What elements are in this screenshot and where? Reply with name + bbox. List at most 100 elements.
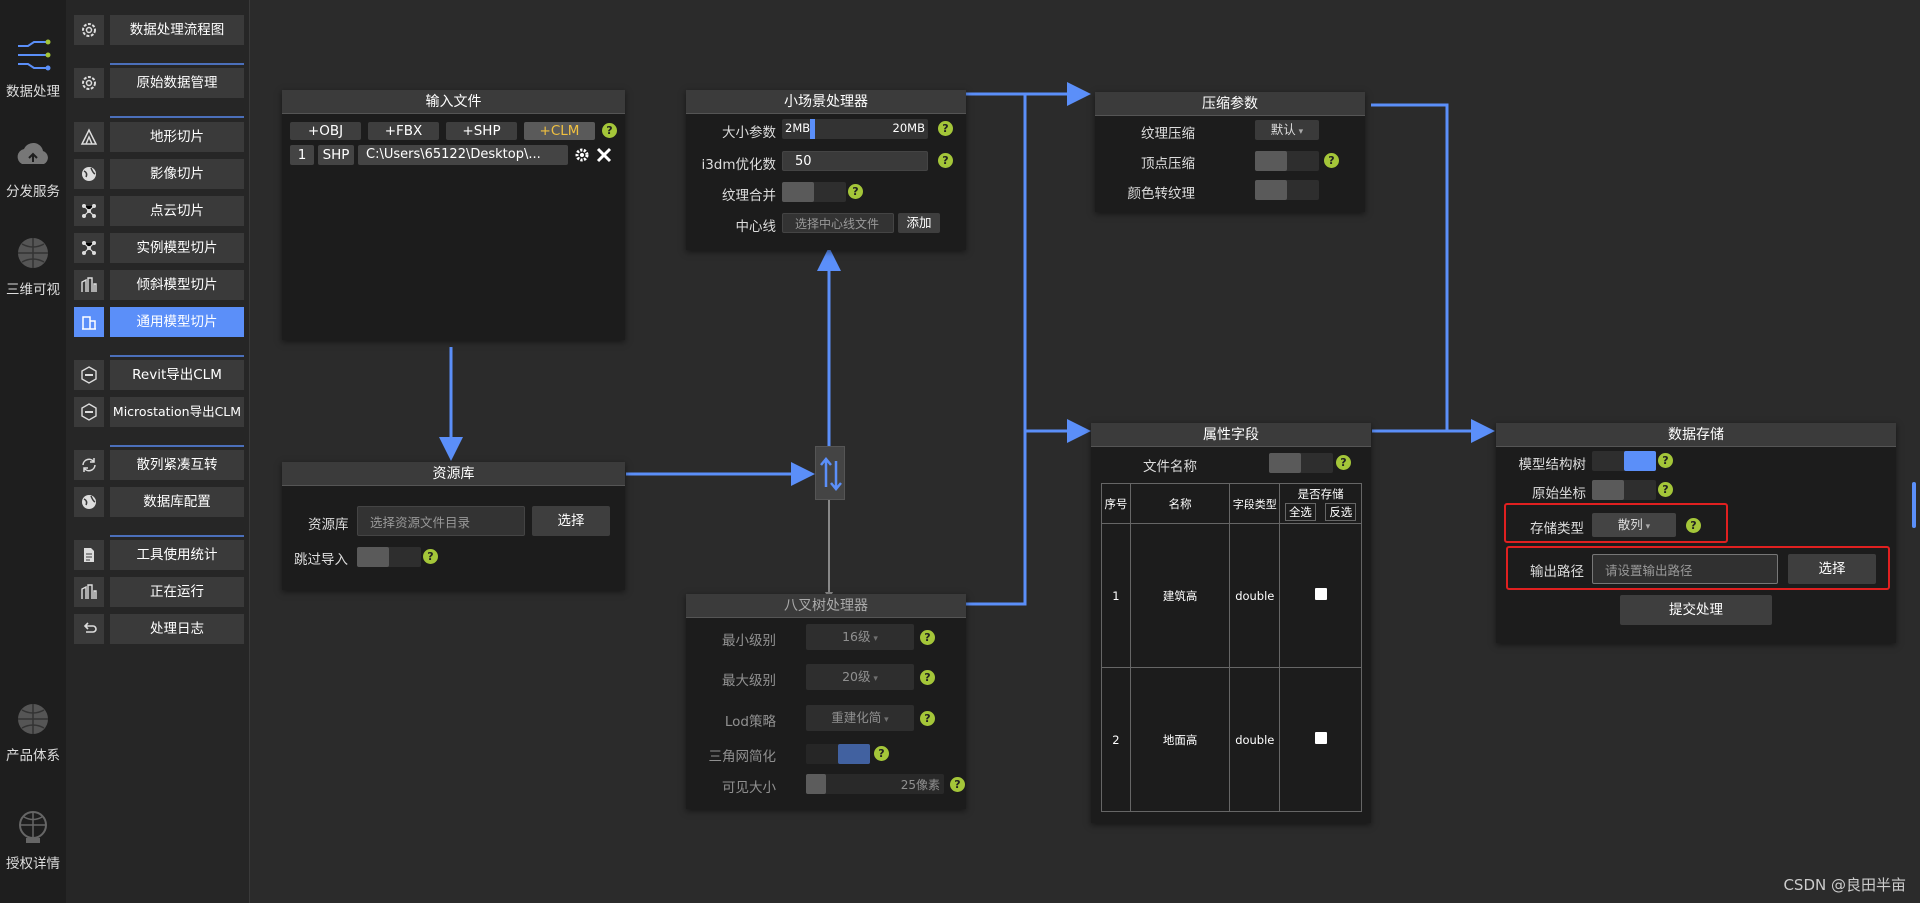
model-tree-label: 模型结构树 [1518,457,1587,473]
centerline-input[interactable]: 选择中心线文件 [782,213,894,233]
help-icon[interactable]: ? [602,123,617,138]
add-clm-button[interactable]: +CLM [524,122,595,140]
output-path-label: 输出路径 [1530,564,1584,580]
visible-size-value: 25像素 [900,778,940,792]
submit-button[interactable]: 提交处理 [1620,595,1772,625]
settings-icon[interactable] [574,147,590,163]
vertex-compress-toggle[interactable] [1255,151,1319,171]
max-level-select[interactable]: 20级 [806,664,914,690]
attribute-table: 序号 名称 字段类型 是否存储 全选 反选 1 建筑高 double 2 地面高… [1101,483,1362,812]
lod-label: Lod策略 [724,714,776,730]
help-icon[interactable]: ? [920,630,935,645]
size-min: 2MB [785,121,811,135]
resource-dir-input[interactable]: 选择资源文件目录 [357,506,525,536]
attribute-panel: 属性字段 文件名称 ? 序号 名称 字段类型 是否存储 全选 反选 1 建筑高 … [1091,423,1371,823]
watermark: CSDN @良田半亩 [1783,876,1906,894]
small-scene-panel: 小场景处理器 大小参数 2MB 20MB ? i3dm优化数 50 ? 纹理合并… [686,90,966,250]
help-icon[interactable]: ? [1686,518,1701,533]
texture-compress-label: 纹理压缩 [1141,126,1195,142]
col-header: 名称 [1129,483,1231,524]
output-choose-button[interactable]: 选择 [1788,554,1876,584]
swap-icon [820,457,842,491]
visible-size-label: 可见大小 [722,780,776,796]
skip-import-label: 跳过导入 [294,552,348,568]
texture-merge-toggle[interactable] [782,182,846,202]
slider-handle[interactable] [806,774,826,794]
store-checkbox[interactable] [1314,588,1327,600]
flow-switch-node[interactable] [815,446,845,500]
invert-select-button[interactable]: 反选 [1325,503,1357,521]
panel-title: 资源库 [282,462,625,486]
row-type: double [1229,523,1281,668]
texture-compress-select[interactable]: 默认 [1255,120,1319,140]
origin-coord-label: 原始坐标 [1532,486,1586,502]
help-icon[interactable]: ? [920,711,935,726]
help-icon[interactable]: ? [1336,455,1351,470]
store-checkbox[interactable] [1314,732,1327,744]
input-files-panel: 输入文件 +OBJ +FBX +SHP +CLM ? 1 SHP C:\User… [282,90,625,340]
filename-toggle[interactable] [1269,453,1333,473]
size-param-label: 大小参数 [722,125,776,141]
file-row-type: SHP [318,145,354,165]
storage-panel: 数据存储 模型结构树 ? 原始坐标 ? 存储类型 散列 ? 输出路径 请设置输出… [1496,423,1896,643]
size-max: 20MB [892,121,925,135]
panel-title: 压缩参数 [1095,92,1365,116]
file-row-index: 1 [290,145,314,165]
help-icon[interactable]: ? [1658,482,1673,497]
panel-title: 八叉树处理器 [686,594,966,618]
row-index: 1 [1101,523,1131,668]
min-level-select[interactable]: 16级 [806,624,914,650]
origin-coord-toggle[interactable] [1592,480,1656,500]
help-icon[interactable]: ? [938,121,953,136]
panel-title: 属性字段 [1091,423,1371,447]
help-icon[interactable]: ? [874,746,889,761]
row-name: 地面高 [1129,667,1231,812]
centerline-label: 中心线 [735,219,777,235]
visible-size-slider[interactable]: 25像素 [806,774,944,794]
i3dm-input[interactable]: 50 [782,151,928,171]
max-level-label: 最大级别 [722,673,776,689]
help-icon[interactable]: ? [920,670,935,685]
texture-merge-label: 纹理合并 [722,188,776,204]
help-icon[interactable]: ? [1324,153,1339,168]
col-header: 是否存储 [1297,487,1344,501]
help-icon[interactable]: ? [423,549,438,564]
help-icon[interactable]: ? [1658,453,1673,468]
storage-type-select[interactable]: 散列 [1592,513,1676,537]
table-row: 1 建筑高 double [1101,523,1362,668]
compress-panel: 压缩参数 纹理压缩 默认 顶点压缩 ? 颜色转纹理 [1095,92,1365,212]
model-tree-toggle[interactable] [1592,451,1656,471]
col-header: 字段类型 [1229,483,1281,524]
help-icon[interactable]: ? [938,153,953,168]
skip-import-toggle[interactable] [357,547,421,567]
scrollbar-thumb[interactable] [1912,482,1916,528]
add-obj-button[interactable]: +OBJ [290,122,361,140]
close-icon[interactable] [595,146,613,164]
lod-select[interactable]: 重建化简 [806,705,914,731]
color-to-texture-toggle[interactable] [1255,180,1319,200]
resource-choose-button[interactable]: 选择 [532,506,610,536]
triangle-simplify-toggle[interactable] [806,744,870,764]
resource-panel: 资源库 资源库 选择资源文件目录 选择 跳过导入 ? [282,462,625,590]
filename-label: 文件名称 [1143,459,1197,475]
resource-label: 资源库 [308,517,349,533]
min-level-label: 最小级别 [722,633,776,649]
centerline-add-button[interactable]: 添加 [898,213,940,233]
add-shp-button[interactable]: +SHP [446,122,517,140]
col-header: 序号 [1101,483,1131,524]
size-range-slider[interactable]: 2MB 20MB [782,119,928,139]
i3dm-label: i3dm优化数 [701,157,776,173]
select-all-button[interactable]: 全选 [1284,503,1316,521]
help-icon[interactable]: ? [950,777,965,792]
file-row-path: C:\Users\65122\Desktop\... [358,145,568,165]
panel-title: 数据存储 [1496,423,1896,447]
row-type: double [1229,667,1281,812]
add-fbx-button[interactable]: +FBX [368,122,439,140]
triangle-simplify-label: 三角网简化 [708,749,777,765]
panel-title: 小场景处理器 [686,90,966,114]
help-icon[interactable]: ? [848,184,863,199]
panel-title: 输入文件 [282,90,625,114]
color-to-texture-label: 颜色转纹理 [1127,186,1196,202]
output-path-input[interactable]: 请设置输出路径 [1592,554,1778,584]
slider-handle[interactable] [810,119,815,139]
